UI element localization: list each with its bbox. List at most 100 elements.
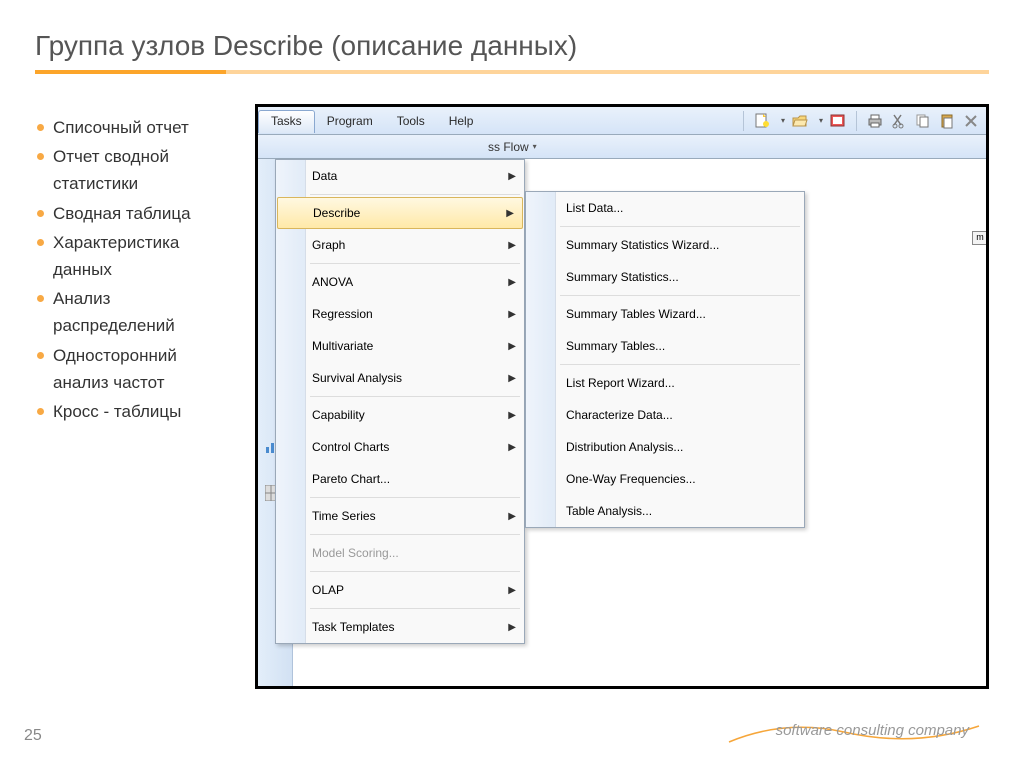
describe-submenu-panel: List Data... Summary Statistics Wizard...… (525, 191, 805, 528)
toolbar-separator (856, 111, 857, 131)
menu-item-control-charts[interactable]: Control Charts▶ (276, 431, 524, 463)
submenu-item-list-data-[interactable]: List Data... (526, 192, 804, 224)
app-icon[interactable] (829, 112, 847, 130)
menu-help[interactable]: Help (437, 109, 486, 133)
tasks-menu-panel: Data▶Describe▶Graph▶ANOVA▶Regression▶Mul… (275, 159, 525, 644)
right-edge-char: m (972, 231, 988, 245)
open-icon[interactable] (791, 112, 809, 130)
menu-item-label: Task Templates (312, 620, 394, 634)
menu-item-capability[interactable]: Capability ▶ (276, 399, 524, 431)
submenu-item-summary-statistics-[interactable]: ΣSummary Statistics... (526, 261, 804, 293)
delete-icon[interactable] (962, 112, 980, 130)
menu-separator (310, 534, 520, 535)
tasks-menu-items: Data▶Describe▶Graph▶ANOVA▶Regression▶Mul… (276, 160, 524, 643)
submenu-arrow-icon: ▶ (508, 171, 516, 182)
right-edge: m (978, 217, 986, 686)
submenu-item-label: Summary Tables Wizard... (560, 307, 706, 321)
menu-item-label: Survival Analysis (312, 371, 402, 385)
menu-separator (560, 364, 800, 365)
menu-item-label: Data (312, 169, 337, 183)
submenu-item-label: Characterize Data... (560, 408, 673, 422)
menu-item-olap[interactable]: OLAP ▶ (276, 574, 524, 606)
menu-item-label: Regression (312, 307, 373, 321)
submenu-arrow-icon: ▶ (508, 309, 516, 320)
submenu-arrow-icon: ▶ (508, 341, 516, 352)
submenu-item-list-report-wizard-[interactable]: List Report Wizard... (526, 367, 804, 399)
submenu-item-label: One-Way Frequencies... (560, 472, 696, 486)
copy-icon[interactable] (914, 112, 932, 130)
submenu-arrow-icon: ▶ (508, 622, 516, 633)
paste-icon[interactable] (938, 112, 956, 130)
menu-item-label: Time Series (312, 509, 376, 523)
print-icon[interactable] (866, 112, 884, 130)
menu-separator (560, 226, 800, 227)
workspace: Data▶Describe▶Graph▶ANOVA▶Regression▶Mul… (258, 159, 986, 686)
submenu-item-summary-tables-[interactable]: Summary Tables... (526, 330, 804, 362)
menu-item-task-templates[interactable]: Task Templates ▶ (276, 611, 524, 643)
dropdown-arrow-icon[interactable]: ▾ (781, 116, 785, 125)
submenu-item-label: Summary Statistics Wizard... (560, 238, 719, 252)
menu-separator (310, 396, 520, 397)
dropdown-arrow-icon[interactable]: ▾ (819, 116, 823, 125)
bullet-item: Списочный отчет (35, 114, 235, 141)
menu-item-describe[interactable]: Describe▶ (277, 197, 523, 229)
menu-separator (310, 571, 520, 572)
submenu-item-summary-tables-wizard-[interactable]: Summary Tables Wizard... (526, 298, 804, 330)
menu-icon-column (526, 192, 556, 527)
menu-item-model-scoring-: Model Scoring... (276, 537, 524, 569)
slide-title: Группа узлов Describe (описание данных) (35, 30, 989, 62)
submenu-item-label: List Report Wizard... (560, 376, 675, 390)
submenu-item-label: Distribution Analysis... (560, 440, 683, 454)
submenu-item-summary-statistics-wizard-[interactable]: Summary Statistics Wizard... (526, 229, 804, 261)
menu-item-multivariate[interactable]: Multivariate▶ (276, 330, 524, 362)
bullet-item: Анализ распределений (35, 285, 235, 339)
dropdown-arrow-icon[interactable]: ▾ (533, 142, 537, 151)
menu-program[interactable]: Program (315, 109, 385, 133)
bullet-item: Отчет сводной статистики (35, 143, 235, 197)
menu-item-graph[interactable]: Graph▶ (276, 229, 524, 261)
bullet-item: Кросс - таблицы (35, 398, 235, 425)
menu-tasks[interactable]: Tasks (258, 110, 315, 133)
menu-tools[interactable]: Tools (385, 109, 437, 133)
bullet-item: Сводная таблица (35, 200, 235, 227)
submenu-arrow-icon: ▶ (508, 585, 516, 596)
menu-item-time-series[interactable]: Time Series ▶ (276, 500, 524, 532)
menu-separator (310, 608, 520, 609)
menu-item-label: OLAP (312, 583, 344, 597)
menu-item-label: ANOVA (312, 275, 353, 289)
page-number: 25 (24, 727, 42, 745)
flow-label[interactable]: ss Flow (488, 140, 529, 154)
submenu-item-label: Summary Statistics... (560, 270, 679, 284)
menu-item-label: Capability (312, 408, 365, 422)
submenu-arrow-icon: ▶ (508, 410, 516, 421)
menu-item-label: Pareto Chart... (312, 472, 390, 486)
submenu-arrow-icon: ▶ (508, 442, 516, 453)
bullet-list: Списочный отчетОтчет сводной статистики С… (35, 104, 235, 689)
submenu-arrow-icon: ▶ (508, 511, 516, 522)
toolbar-row-2: ss Flow ▾ (258, 135, 986, 159)
submenu-item-distribution-analysis-[interactable]: Distribution Analysis... (526, 431, 804, 463)
menu-separator (310, 194, 520, 195)
new-icon[interactable] (753, 112, 771, 130)
menu-separator (310, 497, 520, 498)
submenu-item-one-way-frequencies-[interactable]: One-Way Frequencies... (526, 463, 804, 495)
submenu-item-characterize-data-[interactable]: Characterize Data... (526, 399, 804, 431)
footer-text: software consulting company (776, 722, 969, 739)
menu-item-data[interactable]: Data ▶ (276, 160, 524, 192)
submenu-item-label: List Data... (560, 201, 623, 215)
menu-item-anova[interactable]: ANOVA▶ (276, 266, 524, 298)
submenu-item-label: Summary Tables... (560, 339, 665, 353)
toolbar-separator (743, 111, 744, 131)
menu-item-label: Describe (313, 206, 360, 220)
cut-icon[interactable] (890, 112, 908, 130)
app-screenshot: Tasks Program Tools Help ▾ ▾ (255, 104, 989, 689)
menubar: Tasks Program Tools Help ▾ ▾ (258, 107, 986, 135)
toolbar-icons: ▾ ▾ (740, 111, 986, 131)
bullet-item: Односторонний анализ частот (35, 342, 235, 396)
submenu-item-table-analysis-[interactable]: Table Analysis... (526, 495, 804, 527)
menu-item-regression[interactable]: Regression ▶ (276, 298, 524, 330)
menu-item-survival-analysis[interactable]: Survival Analysis▶ (276, 362, 524, 394)
menu-item-pareto-chart-[interactable]: Pareto Chart... (276, 463, 524, 495)
submenu-item-label: Table Analysis... (560, 504, 652, 518)
submenu-arrow-icon: ▶ (508, 240, 516, 251)
